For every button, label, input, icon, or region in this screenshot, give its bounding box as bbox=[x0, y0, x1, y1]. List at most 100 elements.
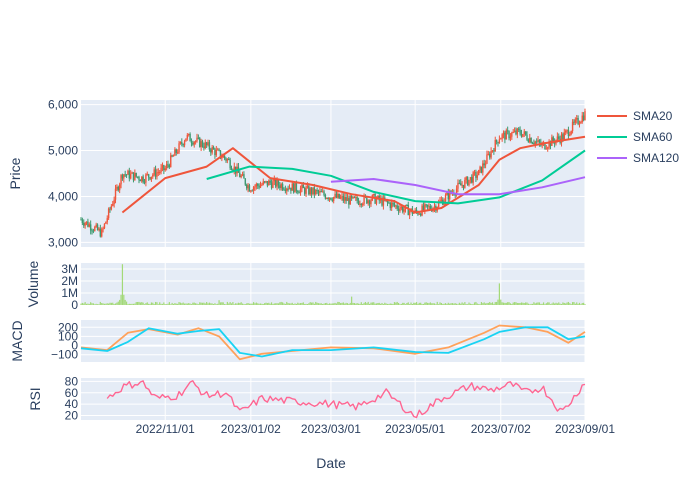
volume-bar bbox=[257, 303, 259, 305]
candle-down bbox=[143, 182, 146, 184]
candle-up bbox=[153, 169, 155, 175]
candle-up bbox=[306, 185, 309, 188]
volume-bar bbox=[428, 303, 430, 305]
candle-up bbox=[339, 197, 342, 199]
volume-bar bbox=[422, 303, 425, 305]
candle-up bbox=[252, 187, 255, 191]
candle-up bbox=[418, 213, 421, 215]
volume-bar bbox=[127, 304, 129, 305]
volume-bar bbox=[114, 303, 117, 305]
volume-bar bbox=[139, 302, 141, 305]
volume-bar bbox=[577, 303, 579, 305]
volume-bar bbox=[425, 302, 427, 305]
volume-bar bbox=[308, 303, 310, 305]
rsi-y-tick-label: 80 bbox=[65, 374, 79, 388]
candle-up bbox=[196, 137, 198, 142]
candle-down bbox=[475, 172, 477, 178]
volume-bar bbox=[426, 302, 429, 305]
candle-down bbox=[125, 174, 128, 176]
volume-bar bbox=[571, 302, 574, 305]
volume-bar bbox=[153, 304, 155, 305]
candle-up bbox=[130, 173, 132, 179]
volume-bar bbox=[519, 303, 521, 305]
volume-bar bbox=[327, 303, 329, 305]
volume-bar bbox=[279, 302, 281, 305]
candle-down bbox=[149, 177, 151, 180]
candle-up bbox=[141, 176, 143, 182]
candle-down bbox=[504, 132, 506, 140]
volume-bar bbox=[315, 301, 317, 305]
candle-down bbox=[396, 205, 398, 209]
candle-up bbox=[254, 186, 256, 188]
candle-down bbox=[283, 189, 285, 191]
candle-down bbox=[524, 131, 527, 135]
candle-up bbox=[511, 132, 513, 137]
volume-bar bbox=[310, 302, 313, 305]
candle-up bbox=[424, 204, 426, 211]
volume-bar bbox=[418, 302, 420, 305]
candle-down bbox=[135, 172, 137, 177]
candle-up bbox=[584, 111, 586, 121]
candle-down bbox=[530, 137, 532, 144]
volume-bar bbox=[148, 303, 150, 305]
candle-up bbox=[523, 131, 525, 135]
macd-y-tick-label: 200 bbox=[58, 320, 78, 334]
volume-bar bbox=[580, 304, 582, 305]
candle-down bbox=[138, 176, 140, 180]
volume-bar bbox=[411, 303, 413, 305]
candle-up bbox=[468, 179, 470, 186]
volume-bar bbox=[396, 301, 398, 305]
candle-down bbox=[269, 180, 271, 183]
volume-bar bbox=[449, 303, 451, 305]
candle-down bbox=[163, 165, 165, 171]
volume-bar bbox=[348, 303, 350, 305]
candle-up bbox=[265, 181, 267, 183]
volume-bar bbox=[305, 303, 307, 305]
candle-down bbox=[506, 130, 509, 132]
candle-down bbox=[471, 177, 473, 183]
volume-bar bbox=[87, 303, 89, 305]
candle-up bbox=[361, 203, 364, 206]
volume-bar bbox=[549, 304, 552, 305]
price-y-tick-label: 6,000 bbox=[48, 98, 78, 112]
volume-bar bbox=[241, 303, 244, 305]
volume-bar bbox=[417, 303, 419, 305]
candle-up bbox=[88, 224, 90, 227]
candle-down bbox=[533, 143, 535, 145]
candle-down bbox=[263, 181, 266, 183]
volume-bar bbox=[217, 303, 219, 305]
volume-bar bbox=[375, 303, 378, 305]
candle-up bbox=[502, 132, 505, 135]
volume-bar bbox=[533, 302, 535, 305]
volume-bar bbox=[295, 303, 298, 305]
volume-bar bbox=[542, 302, 545, 305]
volume-bar bbox=[84, 302, 86, 305]
candle-down bbox=[257, 184, 259, 186]
candle-up bbox=[114, 188, 117, 200]
candle-down bbox=[308, 185, 310, 195]
candle-down bbox=[393, 203, 396, 206]
candle-up bbox=[152, 174, 154, 177]
volume-bar bbox=[344, 303, 346, 305]
volume-bar bbox=[484, 303, 487, 305]
candle-up bbox=[328, 197, 331, 200]
volume-bar bbox=[536, 302, 538, 305]
candle-up bbox=[272, 181, 274, 188]
volume-bar bbox=[150, 302, 153, 305]
candle-down bbox=[483, 163, 485, 166]
price-y-tick-label: 5,000 bbox=[48, 144, 78, 158]
volume-bar bbox=[301, 302, 303, 305]
candle-up bbox=[211, 147, 213, 153]
macd-y-axis-title: MACD bbox=[9, 320, 25, 361]
volume-bar bbox=[541, 303, 543, 305]
candle-down bbox=[331, 199, 334, 201]
volume-bar bbox=[239, 303, 241, 305]
candle-up bbox=[291, 183, 293, 191]
x-tick-label: 2023/09/01 bbox=[555, 422, 615, 436]
volume-bar bbox=[467, 304, 469, 305]
candle-down bbox=[573, 121, 575, 123]
volume-bar bbox=[360, 302, 362, 305]
candle-down bbox=[297, 190, 299, 193]
volume-bar bbox=[218, 300, 220, 305]
candle-up bbox=[247, 185, 249, 189]
